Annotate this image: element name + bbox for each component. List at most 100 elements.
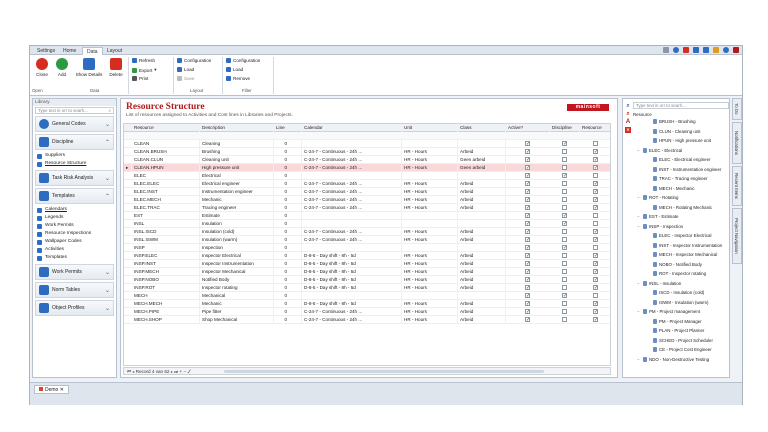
show-details-button[interactable]: Show Details <box>74 58 104 77</box>
tree-node[interactable]: − NDO - Non-Destructive Testing <box>637 356 709 363</box>
tree-node[interactable]: − EST - Estimate <box>637 213 678 220</box>
table-row[interactable]: INSL Insulation 0 ✓ ✓ <box>124 220 610 228</box>
group-general-codes[interactable]: General Codes ⌄ <box>35 116 114 132</box>
checkbox[interactable]: ✓ <box>525 261 530 267</box>
tree-node[interactable]: ELEC - Inspector Electrical <box>647 232 711 239</box>
tree-node[interactable]: BRUSH - Brushing <box>647 118 696 125</box>
group-norm-tables[interactable]: Norm Tables ⌄ <box>35 282 114 298</box>
checkbox[interactable] <box>562 205 567 210</box>
checkbox[interactable]: ✓ <box>525 149 530 155</box>
checkbox[interactable]: ✓ <box>525 237 530 243</box>
tree-node[interactable]: NOBO - Notified Body <box>647 261 702 268</box>
group-task-risk-analysis[interactable]: Task Risk Analysis ⌄ <box>35 170 114 186</box>
table-row[interactable]: INSP.NOBO Notified Body 0 D-8-5 - Day shift… <box>124 276 610 284</box>
minimize-icon[interactable] <box>663 47 669 53</box>
tab-data[interactable]: Data <box>82 47 103 55</box>
table-row[interactable]: INSL.ISCD Insulation (cold) 0 C-24-7 - Cont… <box>124 228 610 236</box>
table-row[interactable]: ELEC Electrical 0 ✓ ✓ <box>124 172 610 180</box>
tree-node[interactable]: CE - Project Cost Engineer <box>647 346 712 353</box>
checkbox[interactable]: ✓ <box>525 181 530 187</box>
side-tab-notifications[interactable]: Notifications <box>732 122 742 164</box>
grid-filter-row[interactable] <box>124 132 610 140</box>
side-tab-recent-items[interactable]: Recent Items <box>732 166 742 206</box>
refresh-button[interactable]: Refresh <box>132 58 155 63</box>
close-tab-icon[interactable]: ✕ <box>60 387 64 393</box>
checkbox[interactable]: ✓ <box>525 141 530 147</box>
checkbox[interactable] <box>562 157 567 162</box>
table-row[interactable]: MECH.MECH Mechanic 0 D-8-5 - Day shift - 8h… <box>124 300 610 308</box>
checkbox[interactable]: ✓ <box>593 261 598 267</box>
checkbox[interactable]: ✓ <box>525 229 530 235</box>
tree-search-input[interactable]: Type text in orr to searh... <box>633 102 729 109</box>
expand-icon[interactable]: − <box>637 213 641 220</box>
tree-node[interactable]: − INSP - Inspection <box>637 223 683 230</box>
checkbox[interactable]: ✓ <box>593 285 598 291</box>
column-header[interactable]: Resource <box>580 124 610 132</box>
tree-node[interactable]: PLAN - Project Planner <box>647 327 704 334</box>
checkbox[interactable] <box>593 173 598 178</box>
tree-node[interactable]: − ROT - Rotating <box>637 194 678 201</box>
close-button[interactable]: Close <box>32 58 52 77</box>
checkbox[interactable]: ✓ <box>593 317 598 323</box>
checkbox[interactable]: ✓ <box>525 213 530 219</box>
checkbox[interactable]: ✓ <box>593 237 598 243</box>
document-tab-demo[interactable]: Demo ✕ <box>34 385 69 394</box>
checkbox[interactable] <box>562 269 567 274</box>
checkbox[interactable]: ✓ <box>525 309 530 315</box>
library-item-calendars[interactable]: Calendars <box>33 206 116 214</box>
checkbox[interactable] <box>562 253 567 258</box>
checkbox[interactable]: ✓ <box>593 149 598 155</box>
tree-node[interactable]: ISWM - Insulation (warm) <box>647 299 709 306</box>
checkbox[interactable] <box>562 301 567 306</box>
table-row[interactable]: EST Estimate 0 ✓ ✓ <box>124 212 610 220</box>
checkbox[interactable]: ✓ <box>562 293 567 299</box>
tree-node[interactable]: INST - Instrumentation engineer <box>647 166 721 173</box>
checkbox[interactable] <box>593 141 598 146</box>
checkbox[interactable]: ✓ <box>525 157 530 163</box>
column-header[interactable]: Resource <box>132 124 200 132</box>
delete-button[interactable]: Delete <box>106 58 126 77</box>
tab-layout[interactable]: Layout <box>103 47 126 55</box>
checkbox[interactable] <box>562 285 567 290</box>
window-icon[interactable] <box>703 47 709 53</box>
layout-configuration-button[interactable]: Configuration <box>177 58 211 63</box>
font-icon[interactable]: A <box>625 119 631 125</box>
tree-node[interactable]: ELEC - Electrical engineer <box>647 156 711 163</box>
checkbox[interactable]: ✓ <box>593 189 598 195</box>
table-row[interactable]: INSP Inspection 0 ✓ ✓ <box>124 244 610 252</box>
horizontal-scrollbar[interactable] <box>224 370 544 373</box>
filter-remove-button[interactable]: Remove <box>226 76 250 81</box>
expand-icon[interactable]: − <box>637 308 641 315</box>
checkbox[interactable]: ✓ <box>525 189 530 195</box>
checkbox[interactable] <box>593 213 598 218</box>
checkbox[interactable]: ✓ <box>593 205 598 211</box>
tree-node[interactable]: MECH - Mechanic <box>647 185 695 192</box>
group-templates[interactable]: Templates ⌃ <box>35 188 114 204</box>
tab-settings[interactable]: Settings <box>33 47 59 55</box>
tree-node[interactable]: CLUN - Cleaning unit <box>647 128 701 135</box>
table-row[interactable]: MECH.SHOP Shop Mechanical 0 C-24-7 - Contin… <box>124 316 610 324</box>
table-row[interactable]: INSP.ROT Inspector rotating 0 D-8-5 - Day s… <box>124 284 610 292</box>
checkbox[interactable]: ✓ <box>525 317 530 323</box>
library-item-activities[interactable]: Activities <box>33 246 116 254</box>
side-tab-project-navigation[interactable]: Project Navigation <box>732 208 742 264</box>
library-item-wallpaper-codes[interactable]: Wallpaper Codes <box>33 238 116 246</box>
expand-icon[interactable]: − <box>637 194 641 201</box>
checkbox[interactable]: ✓ <box>593 269 598 275</box>
group-object-profiles[interactable]: Object Profiles ⌄ <box>35 300 114 316</box>
group-work-permits[interactable]: Work Permits ⌄ <box>35 264 114 280</box>
group-discipline[interactable]: Discipline ⌃ <box>35 134 114 150</box>
column-header[interactable]: Calendar <box>302 124 402 132</box>
table-row[interactable]: MECH Mechanical 0 ✓ ✓ <box>124 292 610 300</box>
table-row[interactable]: ELEC.TRAC Tracing engineer 0 C-24-7 - Conti… <box>124 204 610 212</box>
checkbox[interactable]: ✓ <box>562 141 567 147</box>
tree-node[interactable]: PM - Project Manager <box>647 318 702 325</box>
checkbox[interactable]: ✓ <box>525 301 530 307</box>
tree-node[interactable]: INST - Inspector Instrumentation <box>647 242 722 249</box>
checkbox[interactable]: ✓ <box>525 269 530 275</box>
expand-icon[interactable]: − <box>637 280 641 287</box>
tree-node[interactable]: ROT - Inspector rotating <box>647 270 706 277</box>
library-item-resource-structure[interactable]: Resource Structure <box>33 160 116 168</box>
tree-root[interactable]: Resource <box>633 111 652 118</box>
tree-node[interactable]: − PM - Project management <box>637 308 700 315</box>
